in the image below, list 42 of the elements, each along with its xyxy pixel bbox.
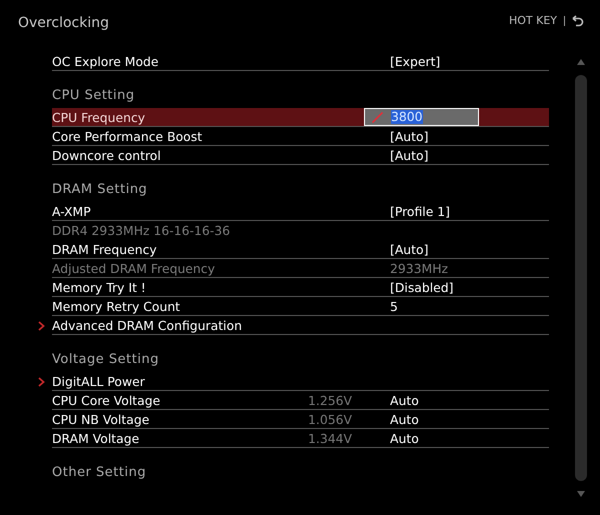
setting-row[interactable]: DRAM Voltage 1.344V Auto xyxy=(52,429,549,448)
setting-value: [Auto] xyxy=(390,128,428,144)
setting-value: Auto xyxy=(390,392,419,408)
voltage-reading: 1.056V xyxy=(308,412,352,426)
section-header: Other Setting xyxy=(52,465,148,482)
setting-row[interactable]: CPU NB Voltage 1.056V Auto xyxy=(52,410,549,429)
section-header: CPU Setting xyxy=(52,88,136,105)
setting-value: 2933MHz xyxy=(390,260,448,276)
submenu-item[interactable]: Advanced DRAM Configuration xyxy=(52,316,549,335)
setting-value: [Auto] xyxy=(390,242,428,256)
back-icon[interactable] xyxy=(572,14,584,26)
setting-value: [Disabled] xyxy=(390,280,454,294)
scrollbar-thumb[interactable] xyxy=(575,75,587,481)
setting-value: 5 xyxy=(390,298,398,314)
setting-row[interactable]: Downcore control [Auto] xyxy=(52,146,549,165)
scroll-down-icon[interactable] xyxy=(577,491,585,497)
setting-value: Auto xyxy=(390,430,419,446)
setting-row[interactable]: OC Explore Mode [Expert] xyxy=(52,52,549,71)
voltage-reading: 1.256V xyxy=(308,392,352,408)
chevron-icon xyxy=(38,320,45,330)
setting-row[interactable]: CPU Core Voltage 1.256V Auto xyxy=(52,391,549,410)
setting-value: Auto xyxy=(390,412,419,426)
page-title: Overclocking xyxy=(18,15,109,31)
chevron-icon xyxy=(38,376,45,386)
setting-row[interactable]: A-XMP [Profile 1] xyxy=(52,202,549,221)
hot-key-link[interactable]: HOT KEY xyxy=(508,14,557,27)
memory-info: DDR4 2933MHz 16-16-16-36 xyxy=(52,222,230,240)
setting-value: [Expert] xyxy=(390,54,440,68)
section-header: Voltage Setting xyxy=(52,352,160,369)
section-header: DRAM Setting xyxy=(52,182,148,199)
scroll-up-icon[interactable] xyxy=(577,59,585,65)
setting-row[interactable]: CPU Frequency 3800 xyxy=(52,108,549,127)
voltage-reading: 1.344V xyxy=(308,430,352,446)
setting-row[interactable]: Memory Try It ! [Disabled] xyxy=(52,278,549,297)
frequency-input[interactable]: 3800 xyxy=(364,108,479,126)
setting-row[interactable]: DRAM Frequency [Auto] xyxy=(52,240,549,259)
submenu-item[interactable]: DigitALL Power xyxy=(52,372,549,391)
pencil-icon xyxy=(371,110,384,124)
setting-row[interactable]: Memory Retry Count 5 xyxy=(52,297,549,316)
setting-value: [Profile 1] xyxy=(390,204,450,218)
setting-row[interactable]: Core Performance Boost [Auto] xyxy=(52,127,549,146)
setting-value: [Auto] xyxy=(390,148,428,162)
